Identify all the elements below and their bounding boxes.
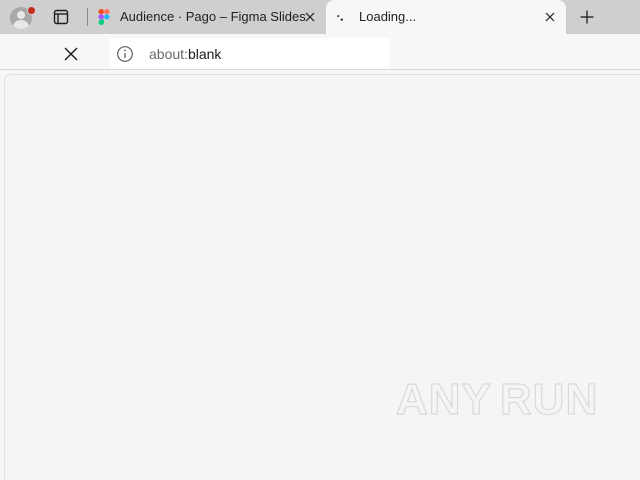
tab-close-button[interactable]	[542, 9, 558, 25]
tab-divider	[87, 8, 88, 26]
close-icon	[305, 12, 315, 22]
address-bar[interactable]: about:blank	[110, 38, 390, 70]
url-scheme: about:	[149, 46, 188, 62]
toolbar-divider	[0, 69, 640, 70]
browser-window: Audience · Pago – Figma Slides Loading..…	[0, 0, 640, 480]
loading-spinner-icon	[337, 14, 343, 21]
tab-title: Audience · Pago – Figma Slides	[120, 9, 306, 24]
tab-close-button[interactable]	[302, 9, 318, 25]
url-text[interactable]: about:blank	[149, 46, 221, 62]
tab-actions-button[interactable]	[48, 5, 74, 29]
profile-button[interactable]	[8, 5, 36, 31]
anyrun-watermark: ANY RUN	[395, 368, 599, 432]
plus-icon	[580, 10, 594, 24]
tab-strip: Audience · Pago – Figma Slides Loading..…	[0, 0, 640, 34]
tab-loading[interactable]: Loading...	[326, 0, 566, 34]
watermark-text-left: ANY	[395, 375, 492, 424]
notification-dot	[27, 6, 36, 15]
tab-figma-slides[interactable]: Audience · Pago – Figma Slides	[90, 0, 326, 34]
info-icon[interactable]	[116, 45, 134, 63]
tab-actions-icon	[53, 9, 69, 25]
navigation-toolbar: about:blank	[0, 38, 640, 70]
close-icon	[545, 12, 555, 22]
tab-title: Loading...	[359, 9, 417, 24]
new-tab-button[interactable]	[574, 5, 600, 29]
close-icon	[64, 47, 78, 61]
figma-icon	[98, 9, 110, 25]
url-path: blank	[187, 46, 222, 62]
watermark-text-right: RUN	[499, 375, 599, 424]
stop-loading-button[interactable]	[58, 43, 84, 65]
